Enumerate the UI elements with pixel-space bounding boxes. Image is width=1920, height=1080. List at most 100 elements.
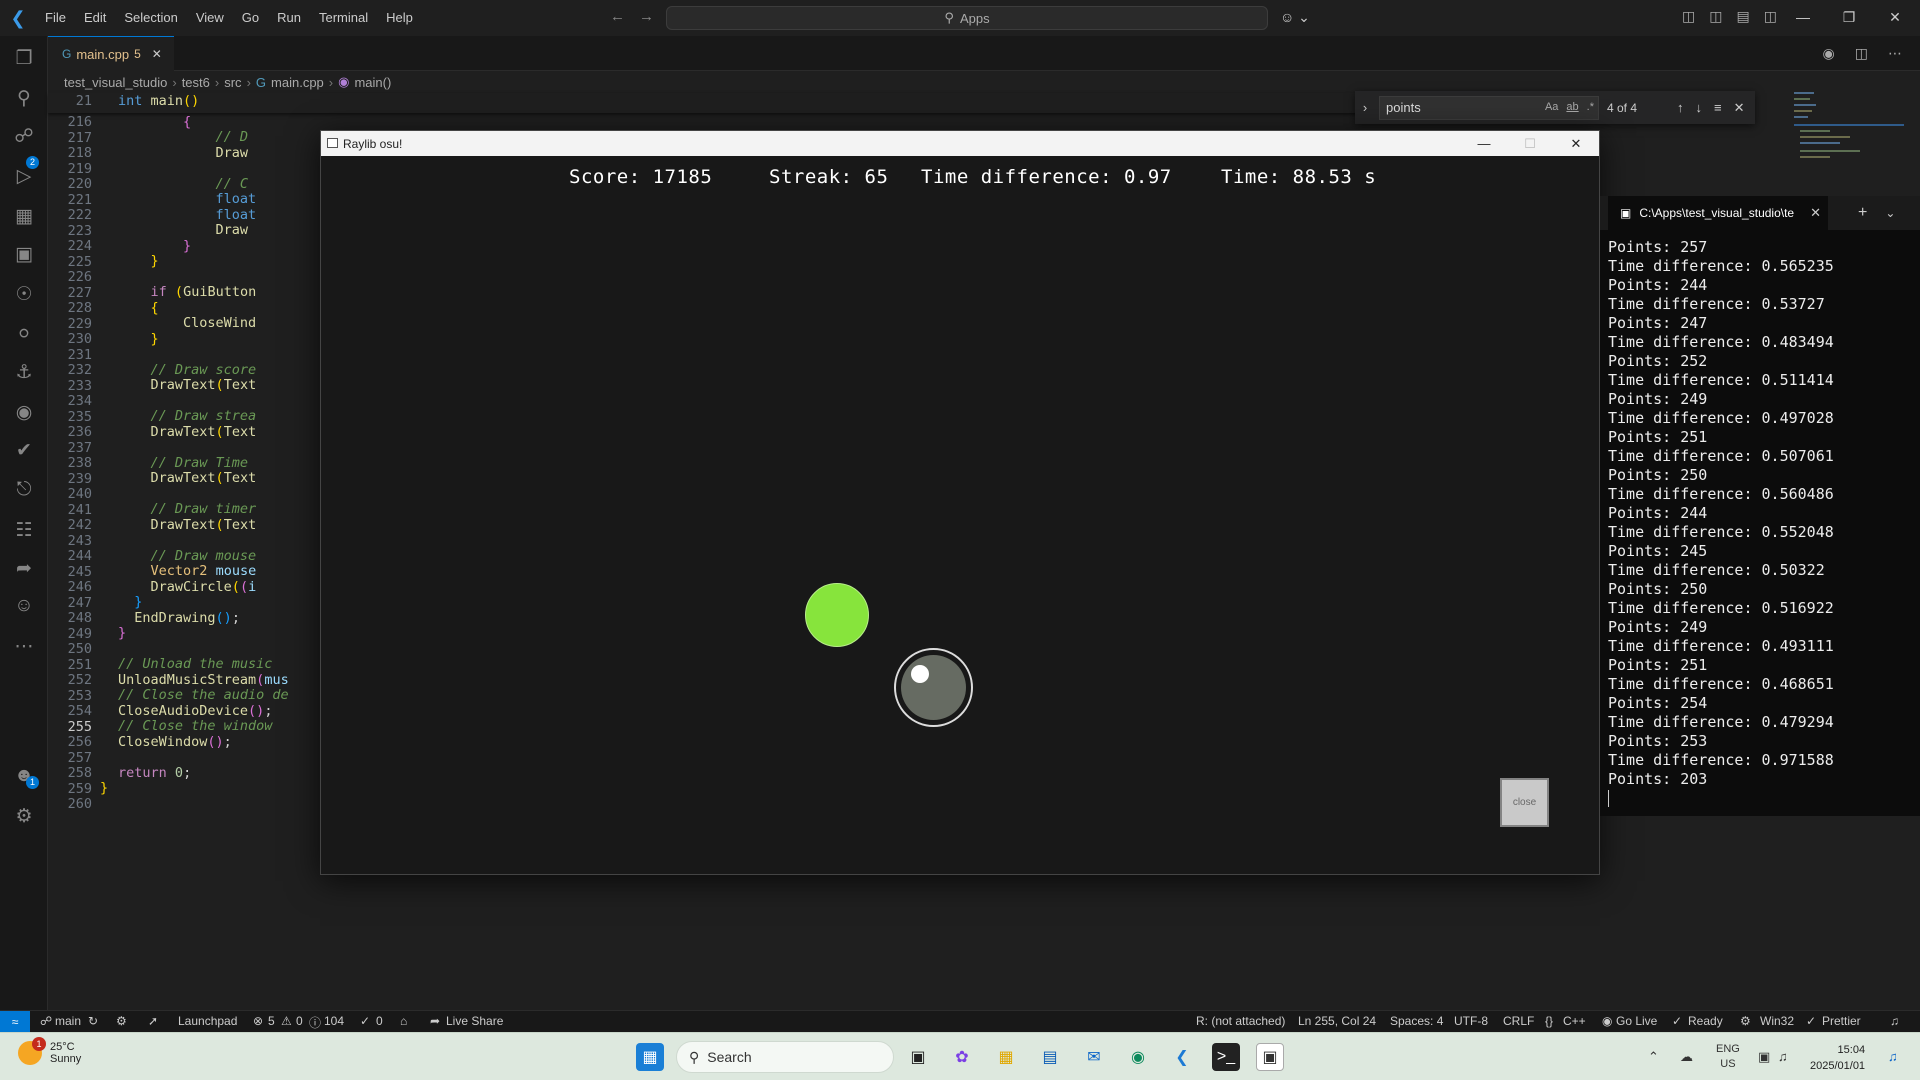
- find-input[interactable]: points Aa ab .*: [1379, 95, 1599, 120]
- edge-icon[interactable]: ◉: [1124, 1043, 1152, 1071]
- raylib-app-icon[interactable]: ▣: [1256, 1043, 1284, 1071]
- ready-status[interactable]: Ready: [1688, 1014, 1723, 1028]
- platform[interactable]: Win32: [1760, 1014, 1794, 1028]
- maximize-icon[interactable]: ☐: [1507, 131, 1553, 156]
- sync-icon[interactable]: ↻: [88, 1014, 98, 1028]
- dropdown-chevron-icon[interactable]: ⌄: [1885, 206, 1895, 220]
- network-icon[interactable]: ▣: [1758, 1049, 1770, 1065]
- menu-file[interactable]: File: [36, 0, 75, 36]
- git-branch[interactable]: main: [55, 1014, 81, 1028]
- launchpad[interactable]: Launchpad: [178, 1014, 237, 1028]
- toggle-secondary-sidebar-icon[interactable]: ◫: [1764, 8, 1777, 25]
- minimize-icon[interactable]: —: [1780, 0, 1826, 34]
- show-hidden-icons-chevron-icon[interactable]: ⌃: [1648, 1049, 1659, 1065]
- terminal-tab[interactable]: ▣ C:\Apps\test_visual_studio\te ✕: [1608, 196, 1828, 230]
- settings-gear-icon[interactable]: ⚙: [12, 804, 36, 828]
- copilot-icon[interactable]: ☺ ⌄: [1280, 9, 1310, 26]
- line-ending[interactable]: CRLF: [1503, 1014, 1534, 1028]
- close-button[interactable]: close: [1500, 778, 1549, 827]
- notebook-icon[interactable]: ☷: [12, 518, 36, 542]
- close-icon[interactable]: ✕: [1872, 0, 1918, 34]
- explorer-icon[interactable]: ❐: [12, 46, 36, 70]
- breadcrumb-item[interactable]: test_visual_studio: [64, 75, 167, 90]
- match-whole-word-icon[interactable]: ab: [1566, 101, 1578, 113]
- live-share[interactable]: Live Share: [446, 1014, 503, 1028]
- close-tab-icon[interactable]: ✕: [1810, 205, 1821, 221]
- toggle-replace-chevron-icon[interactable]: ›: [1355, 100, 1375, 115]
- menu-terminal[interactable]: Terminal: [310, 0, 377, 36]
- encoding[interactable]: UTF-8: [1454, 1014, 1488, 1028]
- debug-icon[interactable]: ⚙: [116, 1014, 127, 1028]
- infos-count[interactable]: 104: [324, 1014, 344, 1028]
- cursor-position[interactable]: Ln 255, Col 24: [1298, 1014, 1376, 1028]
- previous-match-icon[interactable]: ↑: [1677, 100, 1684, 116]
- r-icon[interactable]: ⎋: [12, 478, 36, 502]
- indentation[interactable]: Spaces: 4: [1390, 1014, 1443, 1028]
- next-match-icon[interactable]: ↓: [1696, 100, 1703, 116]
- copilot-icon[interactable]: ✿: [948, 1043, 976, 1071]
- menu-selection[interactable]: Selection: [115, 0, 186, 36]
- tab-close-icon[interactable]: ✕: [152, 47, 162, 61]
- extensions-icon[interactable]: ▦: [12, 204, 36, 228]
- run-debug-icon[interactable]: ▷: [12, 164, 36, 188]
- home-icon[interactable]: ⌂: [400, 1014, 407, 1028]
- command-center[interactable]: ⚲ Apps: [666, 6, 1268, 30]
- close-icon[interactable]: ✕: [1553, 131, 1599, 156]
- github-icon[interactable]: ◉: [12, 400, 36, 424]
- task-view-icon[interactable]: ▣: [904, 1043, 932, 1071]
- testing-icon[interactable]: ⚪: [12, 322, 36, 346]
- breadcrumb-item[interactable]: test6: [182, 75, 210, 90]
- game-canvas[interactable]: Score: 17185 Streak: 65 Time difference:…: [321, 156, 1599, 874]
- start-icon[interactable]: ▦: [636, 1043, 664, 1071]
- breadcrumb-item[interactable]: src: [224, 75, 241, 90]
- raylib-title-bar[interactable]: Raylib osu! — ☐ ✕: [321, 131, 1599, 156]
- menu-view[interactable]: View: [187, 0, 233, 36]
- more-actions-icon[interactable]: ⋯: [1888, 45, 1902, 62]
- close-find-icon[interactable]: ✕: [1734, 100, 1745, 116]
- breadcrumb-item[interactable]: main(): [354, 75, 391, 90]
- match-case-icon[interactable]: Aa: [1545, 101, 1558, 113]
- sticky-scroll[interactable]: 21 int main(): [48, 93, 1528, 113]
- remote-explorer-icon[interactable]: ▣: [12, 242, 36, 266]
- taskbar-search[interactable]: ⚲ Search: [676, 1041, 894, 1073]
- input-language[interactable]: ENG US: [1716, 1042, 1740, 1072]
- menu-run[interactable]: Run: [268, 0, 310, 36]
- search-icon[interactable]: ⚲: [12, 86, 36, 110]
- prettier[interactable]: Prettier: [1822, 1014, 1861, 1028]
- pin-icon[interactable]: ◉: [1823, 45, 1835, 62]
- terminal-output[interactable]: Points: 257 Time difference: 0.565235 Poin…: [1608, 238, 1834, 789]
- live-share-icon[interactable]: ➦: [12, 556, 36, 580]
- minimap[interactable]: [1790, 90, 1910, 190]
- restore-icon[interactable]: ❐: [1826, 0, 1872, 34]
- store-icon[interactable]: ▤: [1036, 1043, 1064, 1071]
- more-icon[interactable]: ⋯: [12, 634, 36, 658]
- breadcrumb-item[interactable]: main.cpp: [271, 75, 324, 90]
- menu-edit[interactable]: Edit: [75, 0, 115, 36]
- gitlens-icon[interactable]: ☉: [12, 282, 36, 306]
- toggle-panel-icon[interactable]: ▤: [1736, 8, 1749, 25]
- back-arrow-icon[interactable]: ←: [610, 8, 625, 25]
- customize-layout-icon[interactable]: ◫: [1682, 8, 1695, 25]
- go-live[interactable]: Go Live: [1616, 1014, 1657, 1028]
- vscode-icon[interactable]: ❮: [1168, 1043, 1196, 1071]
- terminal-icon[interactable]: >_: [1212, 1043, 1240, 1071]
- language-mode[interactable]: C++: [1563, 1014, 1586, 1028]
- volume-icon[interactable]: ♫: [1778, 1049, 1788, 1064]
- toggle-sidebar-icon[interactable]: ◫: [1709, 8, 1722, 25]
- check-icon[interactable]: ✔: [12, 438, 36, 462]
- menu-help[interactable]: Help: [377, 0, 422, 36]
- docker-icon[interactable]: ⚓: [12, 360, 36, 384]
- target-circle[interactable]: [805, 583, 869, 647]
- weather-widget[interactable]: 1 25°C Sunny: [18, 1037, 81, 1065]
- forward-arrow-icon[interactable]: →: [639, 8, 654, 25]
- tab-main-cpp[interactable]: G main.cpp 5 ✕: [48, 36, 174, 71]
- file-explorer-icon[interactable]: ▦: [992, 1043, 1020, 1071]
- split-editor-icon[interactable]: ◫: [1855, 45, 1868, 62]
- r-session-status[interactable]: R: (not attached): [1196, 1014, 1285, 1028]
- copilot-chat-icon[interactable]: ☺: [12, 594, 36, 618]
- outlook-icon[interactable]: ✉: [1080, 1043, 1108, 1071]
- ports-count[interactable]: 0: [376, 1014, 383, 1028]
- notifications-icon[interactable]: ♫: [1890, 1014, 1899, 1028]
- problems-count[interactable]: 5: [268, 1014, 275, 1028]
- system-clock[interactable]: 15:04 2025/01/01: [1810, 1042, 1865, 1074]
